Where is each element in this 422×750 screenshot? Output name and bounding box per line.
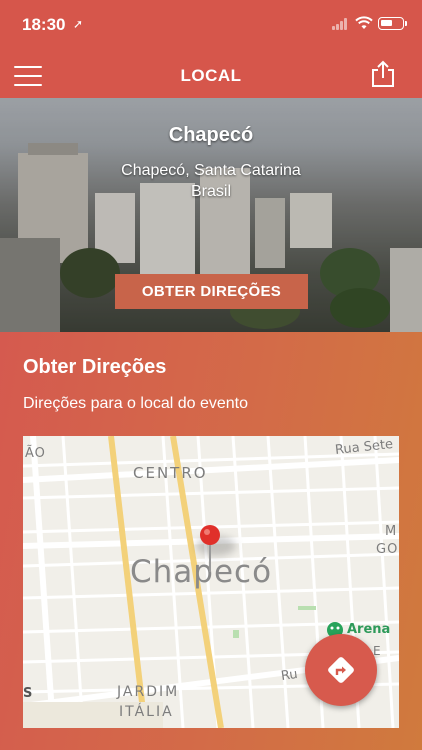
map-label-centro: CENTRO xyxy=(133,464,208,482)
status-time: 18:30 xyxy=(22,15,66,34)
map-label-m: M xyxy=(385,524,397,539)
status-bar: 18:30 ➚ xyxy=(0,0,422,52)
map-poi-arena: Arena xyxy=(347,622,391,637)
map-label-jardim: JARDIM xyxy=(117,684,180,700)
map-pin-icon[interactable] xyxy=(198,524,224,574)
hero-city-title: Chapecó xyxy=(168,124,254,146)
map-label-s: S xyxy=(23,686,33,701)
hero-address-line1: Chapecó, Santa Catarina xyxy=(121,162,301,179)
directions-heading: Obter Direções xyxy=(23,356,167,378)
map-label-go: GO xyxy=(376,542,399,557)
wifi-icon xyxy=(355,16,373,29)
map-label-ao: ÃO xyxy=(25,446,46,461)
share-icon[interactable] xyxy=(370,60,396,88)
location-arrow-icon: ➚ xyxy=(73,17,84,31)
signal-icon xyxy=(332,18,350,30)
directions-icon xyxy=(328,657,354,683)
battery-icon xyxy=(378,17,407,30)
hero-city-photo: Chapecó Chapecó, Santa Catarina Brasil O… xyxy=(0,98,422,332)
nav-bar: LOCAL xyxy=(0,52,422,98)
directions-subtitle: Direções para o local do evento xyxy=(23,395,249,412)
page-title: LOCAL xyxy=(180,66,242,85)
map-label-italia: ITÁLIA xyxy=(119,704,174,720)
hero-address-line2: Brasil xyxy=(190,183,231,200)
map-label-ru: Ru xyxy=(280,666,299,685)
get-directions-button[interactable]: OBTER DIREÇÕES xyxy=(115,274,308,309)
directions-fab-button[interactable] xyxy=(305,634,377,706)
